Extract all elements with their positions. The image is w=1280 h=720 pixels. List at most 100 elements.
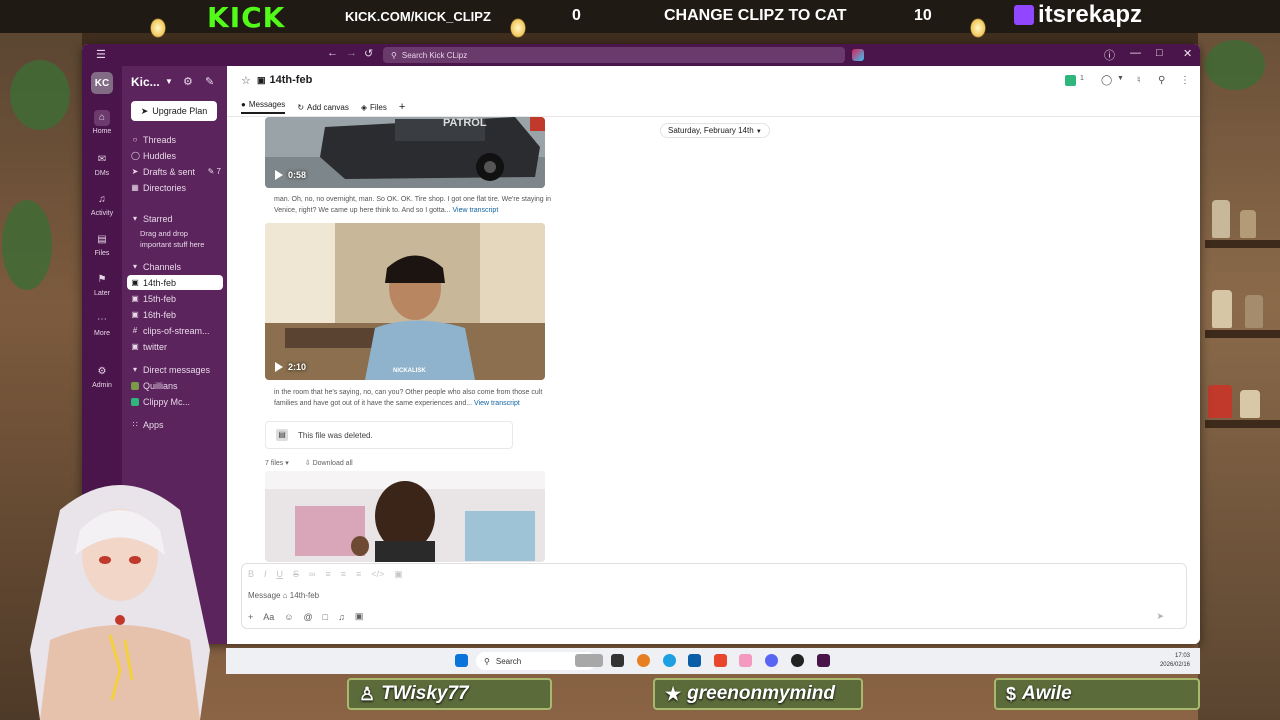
rail-dms[interactable]: ✉ DMs	[82, 152, 122, 177]
forward-icon[interactable]: →	[346, 47, 357, 59]
emoji-icon[interactable]: ☺	[284, 612, 293, 622]
code-icon[interactable]: </>	[371, 569, 384, 580]
search-input[interactable]: ⚲ Search Kick CLipz	[383, 47, 845, 63]
sidebar-item-directories[interactable]: ▦ Directories	[127, 180, 223, 195]
workspace-name[interactable]: Kic...	[131, 75, 160, 89]
slash-command-icon[interactable]: ▣	[355, 611, 364, 622]
store-icon[interactable]	[688, 654, 701, 667]
taskbar-app-icon[interactable]	[739, 654, 752, 667]
add-tab-icon[interactable]: +	[399, 100, 405, 114]
message-composer[interactable]: B I U S ∞ ≡ ≡ ≡ </> ▣ Message ⌂ 14th-feb…	[241, 563, 1187, 629]
rocket-icon: ➤	[140, 105, 149, 116]
bullet-list-icon[interactable]: ≡	[341, 569, 346, 580]
video-attachment[interactable]	[265, 471, 545, 562]
channel-title[interactable]: ▣ 14th-feb	[257, 74, 312, 86]
chevron-down-icon[interactable]: ▼	[165, 77, 173, 86]
sidebar-item-channel-twitter[interactable]: ▣ twitter	[127, 339, 223, 354]
chevron-down-icon[interactable]: ▼	[1117, 75, 1124, 82]
quote-icon[interactable]: ≡	[356, 569, 361, 580]
sidebar-item-drafts[interactable]: ➤ Drafts & sent ✎ 7	[127, 164, 223, 179]
menu-icon[interactable]: ☰	[96, 48, 106, 61]
history-icon[interactable]: ↺	[364, 47, 373, 60]
rail-activity[interactable]: ♫ Activity	[82, 192, 122, 217]
back-icon[interactable]: ←	[327, 47, 338, 59]
sidebar-item-channel-14th-feb[interactable]: ▣ 14th-feb	[127, 275, 223, 290]
sidebar-item-apps[interactable]: ∷ Apps	[127, 417, 223, 432]
view-transcript-link[interactable]: View transcript	[452, 207, 498, 214]
message-icon: ●	[241, 100, 246, 109]
video-attachment[interactable]: PATROL 0:58	[265, 117, 545, 188]
video-duration: 2:10	[275, 362, 306, 372]
member-count[interactable]: 1	[1080, 75, 1084, 82]
rail-label: DMs	[94, 170, 110, 177]
dm-section-header[interactable]: ▾ Direct messages	[127, 362, 223, 377]
view-transcript-link[interactable]: View transcript	[474, 400, 520, 407]
starred-section-header[interactable]: ▾ Starred	[127, 211, 223, 226]
notification-icon[interactable]: ♮	[1137, 75, 1141, 86]
attach-plus-icon[interactable]: +	[248, 612, 253, 622]
ai-icon[interactable]	[852, 49, 864, 61]
windows-start-icon[interactable]	[455, 654, 468, 667]
numbered-list-icon[interactable]: ≡	[325, 569, 330, 580]
video-duration: 0:58	[275, 170, 306, 180]
sidebar-item-dm-quillians[interactable]: Quillians	[127, 378, 223, 393]
sidebar-item-channel-16th-feb[interactable]: ▣ 16th-feb	[127, 307, 223, 322]
sidebar-item-channel-clips-of-stream[interactable]: # clips-of-stream...	[127, 323, 223, 338]
slack-icon[interactable]	[817, 654, 830, 667]
message-input[interactable]: Message ⌂ 14th-feb	[248, 591, 319, 600]
date-divider[interactable]: Saturday, February 14th ▼	[660, 123, 770, 138]
strikethrough-icon[interactable]: S	[293, 569, 299, 580]
rail-more[interactable]: ⋯ More	[82, 312, 122, 337]
format-text-icon[interactable]: Aa	[263, 612, 274, 622]
member-avatar[interactable]	[1065, 75, 1076, 86]
video-attachment[interactable]: NICKALISK 2:10	[265, 223, 545, 380]
star-icon[interactable]: ☆	[241, 74, 251, 87]
channels-section-header[interactable]: ▾ Channels	[127, 259, 223, 274]
maximize-icon[interactable]: □	[1156, 47, 1163, 59]
workspace-avatar[interactable]: KC	[91, 72, 113, 94]
tab-files[interactable]: ◈ Files	[361, 100, 387, 114]
compose-icon[interactable]: ✎	[205, 75, 214, 88]
upgrade-plan-button[interactable]: ➤ Upgrade Plan	[131, 101, 217, 121]
rail-admin[interactable]: ⚙ Admin	[82, 364, 122, 389]
sidebar-item-threads[interactable]: ○ Threads	[127, 132, 223, 147]
sidebar-item-channel-15th-feb[interactable]: ▣ 15th-feb	[127, 291, 223, 306]
video-clip-icon[interactable]: □	[323, 612, 328, 622]
brave-icon[interactable]	[714, 654, 727, 667]
link-icon[interactable]: ∞	[309, 569, 315, 580]
mention-icon[interactable]: @	[303, 612, 312, 622]
rail-files[interactable]: ▤ Files	[82, 232, 122, 257]
underline-icon[interactable]: U	[277, 569, 284, 580]
rail-label: More	[94, 330, 110, 337]
download-all-label: Download all	[312, 460, 353, 467]
taskbar-app-icon[interactable]	[611, 654, 624, 667]
microphone-icon[interactable]: ♫	[338, 612, 345, 622]
tab-add-canvas[interactable]: ↻ Add canvas	[297, 100, 349, 114]
sidebar-item-huddles[interactable]: ◯ Huddles	[127, 148, 223, 163]
close-icon[interactable]: ✕	[1183, 47, 1192, 60]
rail-later[interactable]: ⚑ Later	[82, 272, 122, 297]
download-all-button[interactable]: ⇩ Download all	[305, 459, 353, 467]
channel-header: ☆ ▣ 14th-feb 1 ◯ ▼ ♮ ⚲ ⋮	[227, 66, 1200, 96]
caret-down-icon: ▾	[132, 262, 137, 271]
bold-icon[interactable]: B	[248, 569, 254, 580]
headphones-icon[interactable]: ◯	[1101, 75, 1112, 86]
gear-icon[interactable]: ⚙	[183, 75, 193, 88]
files-count-toggle[interactable]: 7 files ▾	[265, 459, 289, 467]
sidebar-item-dm-clippy[interactable]: Clippy Mc...	[127, 394, 223, 409]
taskbar-widget-icon[interactable]	[575, 654, 603, 667]
discord-icon[interactable]	[765, 654, 778, 667]
obs-icon[interactable]	[791, 654, 804, 667]
more-vertical-icon[interactable]: ⋮	[1180, 75, 1190, 86]
help-icon[interactable]: ⓘ	[1104, 47, 1115, 63]
taskbar-clock[interactable]: 17:03 2026/02/16	[1160, 652, 1190, 670]
rail-home[interactable]: ⌂ Home	[82, 110, 122, 135]
code-block-icon[interactable]: ▣	[394, 569, 403, 580]
search-icon[interactable]: ⚲	[1158, 75, 1165, 86]
italic-icon[interactable]: I	[264, 569, 267, 580]
tab-messages[interactable]: ● Messages	[241, 100, 286, 114]
minimize-icon[interactable]: —	[1130, 47, 1141, 59]
send-icon[interactable]: ➤	[1156, 611, 1164, 622]
taskbar-app-icon[interactable]	[637, 654, 650, 667]
edge-icon[interactable]	[663, 654, 676, 667]
